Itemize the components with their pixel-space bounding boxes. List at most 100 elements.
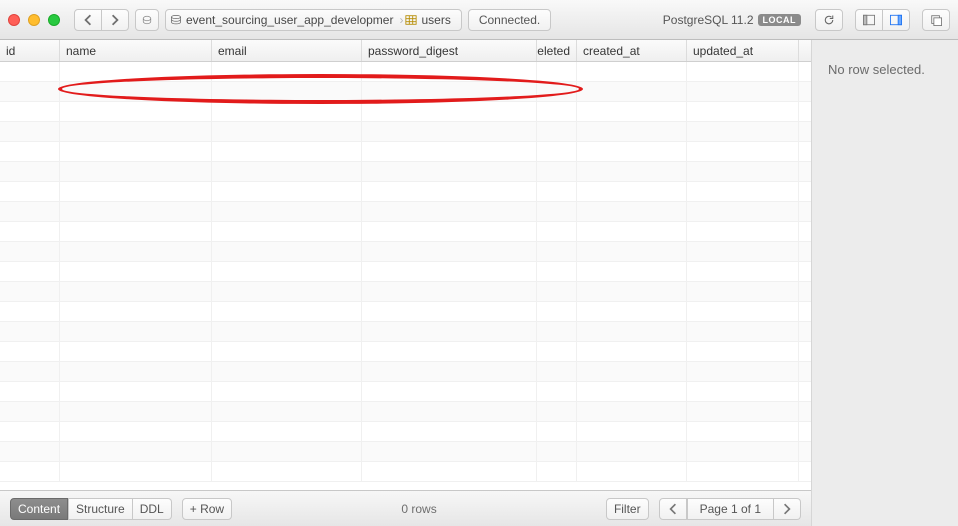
table-cell[interactable] <box>60 422 212 441</box>
table-cell[interactable] <box>537 262 577 281</box>
table-cell[interactable] <box>687 202 799 221</box>
table-row[interactable] <box>0 122 811 142</box>
table-cell[interactable] <box>362 462 537 481</box>
table-cell[interactable] <box>0 202 60 221</box>
table-cell[interactable] <box>687 142 799 161</box>
table-cell[interactable] <box>537 302 577 321</box>
table-cell[interactable] <box>537 242 577 261</box>
table-cell[interactable] <box>687 182 799 201</box>
toggle-right-panel-button[interactable] <box>883 9 910 31</box>
minimize-window-button[interactable] <box>28 14 40 26</box>
table-cell[interactable] <box>0 282 60 301</box>
table-row[interactable] <box>0 402 811 422</box>
table-cell[interactable] <box>60 162 212 181</box>
table-cell[interactable] <box>0 142 60 161</box>
table-cell[interactable] <box>60 202 212 221</box>
table-cell[interactable] <box>537 142 577 161</box>
table-cell[interactable] <box>212 262 362 281</box>
table-cell[interactable] <box>362 142 537 161</box>
table-cell[interactable] <box>362 282 537 301</box>
table-cell[interactable] <box>577 442 687 461</box>
table-cell[interactable] <box>577 402 687 421</box>
table-cell[interactable] <box>577 62 687 81</box>
table-cell[interactable] <box>60 182 212 201</box>
table-cell[interactable] <box>0 122 60 141</box>
table-cell[interactable] <box>60 462 212 481</box>
table-cell[interactable] <box>60 122 212 141</box>
table-cell[interactable] <box>212 242 362 261</box>
table-row[interactable] <box>0 242 811 262</box>
table-cell[interactable] <box>537 282 577 301</box>
table-cell[interactable] <box>362 122 537 141</box>
column-header-deleted[interactable]: deleted <box>537 40 577 61</box>
table-row[interactable] <box>0 182 811 202</box>
connection-status[interactable]: Connected. <box>468 9 551 31</box>
table-cell[interactable] <box>60 142 212 161</box>
table-cell[interactable] <box>60 322 212 341</box>
table-cell[interactable] <box>537 382 577 401</box>
table-cell[interactable] <box>212 182 362 201</box>
table-cell[interactable] <box>537 182 577 201</box>
table-cell[interactable] <box>687 242 799 261</box>
table-cell[interactable] <box>687 322 799 341</box>
table-cell[interactable] <box>577 222 687 241</box>
page-indicator[interactable]: Page 1 of 1 <box>687 498 774 520</box>
table-cell[interactable] <box>212 102 362 121</box>
column-header-password-digest[interactable]: password_digest <box>362 40 537 61</box>
table-cell[interactable] <box>0 462 60 481</box>
table-cell[interactable] <box>362 222 537 241</box>
table-cell[interactable] <box>577 202 687 221</box>
table-cell[interactable] <box>362 262 537 281</box>
table-cell[interactable] <box>0 362 60 381</box>
table-cell[interactable] <box>60 342 212 361</box>
table-cell[interactable] <box>687 102 799 121</box>
table-row[interactable] <box>0 162 811 182</box>
table-row[interactable] <box>0 302 811 322</box>
table-cell[interactable] <box>362 362 537 381</box>
table-cell[interactable] <box>0 382 60 401</box>
table-cell[interactable] <box>537 202 577 221</box>
table-cell[interactable] <box>687 122 799 141</box>
table-cell[interactable] <box>362 442 537 461</box>
connection-icon-button[interactable] <box>135 9 159 31</box>
refresh-button[interactable] <box>815 9 843 31</box>
table-cell[interactable] <box>212 442 362 461</box>
table-cell[interactable] <box>212 122 362 141</box>
table-cell[interactable] <box>537 322 577 341</box>
table-cell[interactable] <box>60 102 212 121</box>
table-cell[interactable] <box>212 342 362 361</box>
table-cell[interactable] <box>60 262 212 281</box>
toggle-left-panel-button[interactable] <box>855 9 883 31</box>
table-cell[interactable] <box>212 362 362 381</box>
table-row[interactable] <box>0 442 811 462</box>
table-cell[interactable] <box>0 322 60 341</box>
table-cell[interactable] <box>362 422 537 441</box>
tab-structure[interactable]: Structure <box>68 498 133 520</box>
table-cell[interactable] <box>577 322 687 341</box>
table-row[interactable] <box>0 362 811 382</box>
table-cell[interactable] <box>687 302 799 321</box>
table-cell[interactable] <box>687 442 799 461</box>
table-cell[interactable] <box>0 442 60 461</box>
table-cell[interactable] <box>577 342 687 361</box>
table-cell[interactable] <box>212 462 362 481</box>
table-row[interactable] <box>0 342 811 362</box>
table-cell[interactable] <box>537 362 577 381</box>
page-next-button[interactable] <box>774 498 801 520</box>
table-cell[interactable] <box>60 282 212 301</box>
table-cell[interactable] <box>687 262 799 281</box>
table-cell[interactable] <box>577 242 687 261</box>
table-cell[interactable] <box>537 102 577 121</box>
table-cell[interactable] <box>687 282 799 301</box>
table-cell[interactable] <box>687 462 799 481</box>
table-cell[interactable] <box>577 282 687 301</box>
table-cell[interactable] <box>212 402 362 421</box>
table-cell[interactable] <box>0 402 60 421</box>
breadcrumb[interactable]: event_sourcing_user_app_developmer › use… <box>165 9 462 31</box>
table-row[interactable] <box>0 422 811 442</box>
table-cell[interactable] <box>212 322 362 341</box>
table-cell[interactable] <box>0 422 60 441</box>
table-cell[interactable] <box>212 82 362 101</box>
table-cell[interactable] <box>362 162 537 181</box>
table-cell[interactable] <box>577 302 687 321</box>
